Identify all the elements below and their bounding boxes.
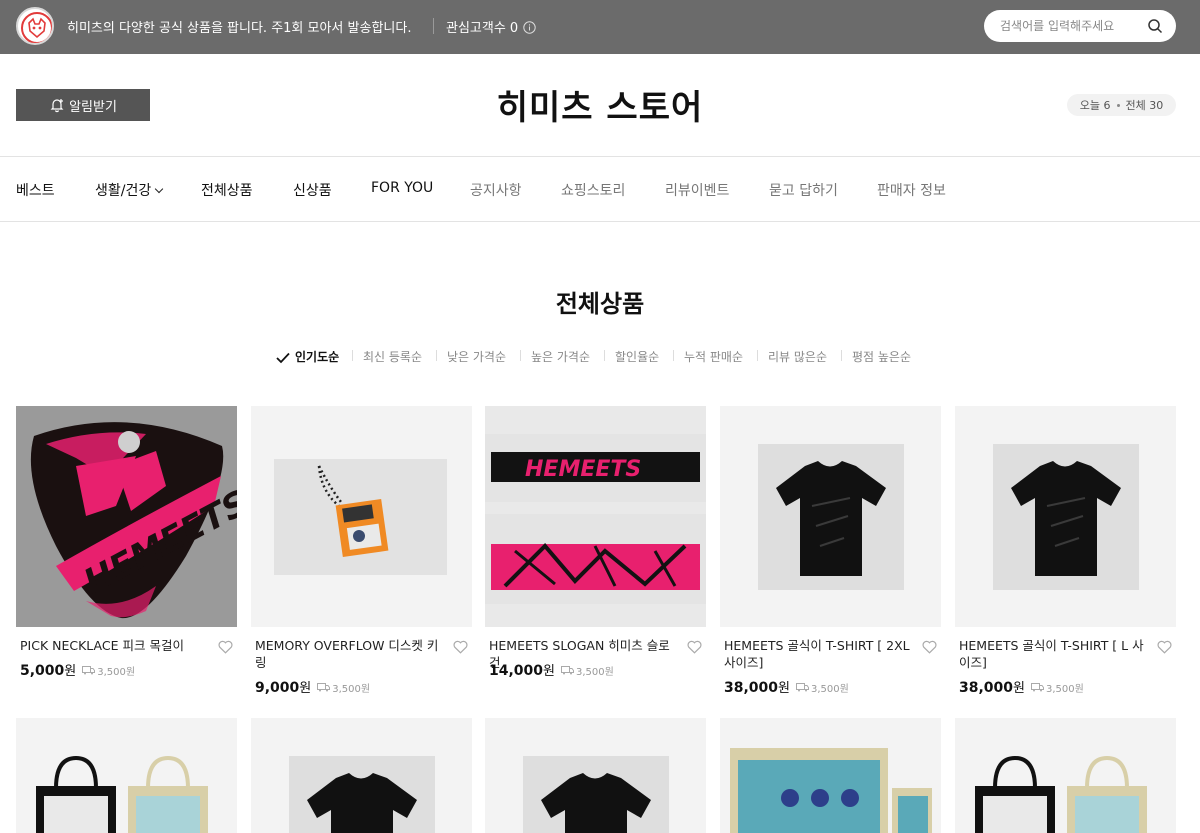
price-value: 38,000 bbox=[959, 680, 1014, 696]
nav-shopping-story[interactable]: 쇼핑스토리 bbox=[561, 180, 625, 200]
nav-new-products[interactable]: 신상품 bbox=[293, 180, 332, 200]
product-price: 9,000 원 3,500원 bbox=[255, 677, 370, 696]
nav-review-event[interactable]: 리뷰이벤트 bbox=[665, 180, 729, 200]
sort-price-low[interactable]: 낮은 가격순 bbox=[447, 348, 506, 365]
price-currency: 원 bbox=[64, 664, 77, 679]
nav-all-products[interactable]: 전체상품 bbox=[201, 180, 253, 200]
price-currency: 원 bbox=[778, 681, 790, 696]
divider bbox=[520, 350, 521, 361]
divider bbox=[433, 18, 434, 34]
product-image[interactable]: HEMEETS bbox=[16, 406, 237, 627]
divider bbox=[0, 156, 1200, 157]
heart-icon[interactable] bbox=[1157, 639, 1172, 654]
nav-qna[interactable]: 묻고 답하기 bbox=[769, 180, 838, 200]
truck-icon bbox=[82, 666, 96, 675]
total-visits: 전체 30 bbox=[1125, 99, 1164, 112]
dot-separator bbox=[1116, 103, 1120, 107]
sort-price-high[interactable]: 높은 가격순 bbox=[531, 348, 590, 365]
sort-newest[interactable]: 최신 등록순 bbox=[363, 348, 422, 365]
product-image[interactable] bbox=[955, 406, 1176, 627]
product-name[interactable]: HEMEETS 골식이 T-SHIRT [ L 사이즈] bbox=[959, 637, 1149, 671]
nav-best[interactable]: 베스트 bbox=[16, 180, 55, 200]
nav-notice[interactable]: 공지사항 bbox=[470, 180, 522, 200]
top-bar: 히미츠의 다양한 공식 상품을 팝니다. 주1회 모아서 발송합니다. 관심고객… bbox=[0, 0, 1200, 54]
chevron-down-icon bbox=[155, 184, 164, 194]
shipping-fee: 3,500원 bbox=[561, 663, 614, 678]
info-icon[interactable] bbox=[523, 19, 536, 34]
nav-for-you[interactable]: FOR YOU bbox=[371, 180, 433, 196]
sort-rating[interactable]: 평점 높은순 bbox=[852, 348, 911, 365]
product-price: 14,000 원 3,500원 bbox=[489, 660, 614, 679]
price-currency: 원 bbox=[543, 664, 555, 679]
product-name[interactable]: MEMORY OVERFLOW 디스켓 키링 bbox=[255, 637, 445, 671]
sort-reviews[interactable]: 리뷰 많은순 bbox=[768, 348, 827, 365]
shipping-value: 3,500원 bbox=[97, 667, 136, 678]
product-price: 38,000 원 3,500원 bbox=[959, 677, 1084, 696]
svg-text:HEMEETS: HEMEETS bbox=[525, 457, 641, 482]
product-image[interactable] bbox=[251, 718, 472, 833]
heart-icon[interactable] bbox=[453, 639, 468, 654]
divider bbox=[604, 350, 605, 361]
search-icon[interactable] bbox=[1147, 18, 1163, 34]
nav-seller-info[interactable]: 판매자 정보 bbox=[877, 180, 946, 200]
divider bbox=[673, 350, 674, 361]
shipping-value: 3,500원 bbox=[1046, 684, 1084, 695]
divider bbox=[757, 350, 758, 361]
nav-living-health[interactable]: 생활/건강 bbox=[95, 180, 164, 200]
shipping-value: 3,500원 bbox=[811, 684, 849, 695]
price-value: 5,000 bbox=[20, 663, 65, 679]
sort-popular[interactable]: 인기도순 bbox=[295, 348, 339, 365]
heart-icon[interactable] bbox=[687, 639, 702, 654]
product-image[interactable] bbox=[485, 718, 706, 833]
price-value: 14,000 bbox=[489, 663, 544, 679]
shipping-fee: 3,500원 bbox=[1031, 680, 1084, 695]
store-title: 히미츠 스토어 bbox=[496, 88, 704, 128]
visit-count-badge: 오늘 6 전체 30 bbox=[1067, 94, 1176, 116]
product-name[interactable]: PICK NECKLACE 피크 목걸이 bbox=[20, 637, 210, 654]
truck-icon bbox=[796, 683, 809, 692]
follower-number: 0 bbox=[509, 21, 519, 36]
shipping-value: 3,500원 bbox=[576, 667, 614, 678]
follower-count: 관심고객수 0 bbox=[446, 17, 518, 36]
store-logo[interactable] bbox=[16, 7, 54, 45]
product-image[interactable]: HEMEETS bbox=[485, 406, 706, 627]
price-currency: 원 bbox=[299, 681, 312, 696]
check-icon bbox=[276, 349, 290, 364]
product-name[interactable]: HEMEETS 골식이 T-SHIRT [ 2XL 사이즈] bbox=[724, 637, 914, 671]
product-image[interactable] bbox=[720, 406, 941, 627]
shipping-fee: 3,500원 bbox=[796, 680, 849, 695]
search-input[interactable] bbox=[1000, 17, 1140, 35]
truck-icon bbox=[317, 683, 331, 692]
shipping-fee: 3,500원 bbox=[82, 663, 135, 678]
sort-sales[interactable]: 누적 판매순 bbox=[684, 348, 743, 365]
divider bbox=[352, 350, 353, 361]
follower-label: 관심고객수 bbox=[446, 21, 506, 36]
product-image[interactable] bbox=[251, 406, 472, 627]
sort-discount[interactable]: 할인율순 bbox=[615, 348, 659, 365]
today-visits: 오늘 6 bbox=[1079, 99, 1111, 112]
product-image[interactable] bbox=[16, 718, 237, 833]
product-price: 5,000 원 3,500원 bbox=[20, 660, 135, 679]
product-price: 38,000 원 3,500원 bbox=[724, 677, 849, 696]
shipping-value: 3,500원 bbox=[332, 684, 371, 695]
truck-icon bbox=[1031, 683, 1044, 692]
product-image[interactable] bbox=[955, 718, 1176, 833]
section-title: 전체상품 bbox=[555, 290, 645, 318]
truck-icon bbox=[561, 666, 574, 675]
divider bbox=[841, 350, 842, 361]
heart-icon[interactable] bbox=[218, 639, 233, 654]
price-value: 38,000 bbox=[724, 680, 779, 696]
price-currency: 원 bbox=[1013, 681, 1025, 696]
shipping-fee: 3,500원 bbox=[317, 680, 370, 695]
heart-icon[interactable] bbox=[922, 639, 937, 654]
store-intro: 히미츠의 다양한 공식 상품을 팝니다. 주1회 모아서 발송합니다. bbox=[67, 21, 412, 36]
divider bbox=[0, 221, 1200, 222]
divider bbox=[436, 350, 437, 361]
nav-living-health-label: 생활/건강 bbox=[95, 183, 152, 199]
product-image[interactable] bbox=[720, 718, 941, 833]
search-box bbox=[984, 10, 1176, 42]
price-value: 9,000 bbox=[255, 680, 300, 696]
